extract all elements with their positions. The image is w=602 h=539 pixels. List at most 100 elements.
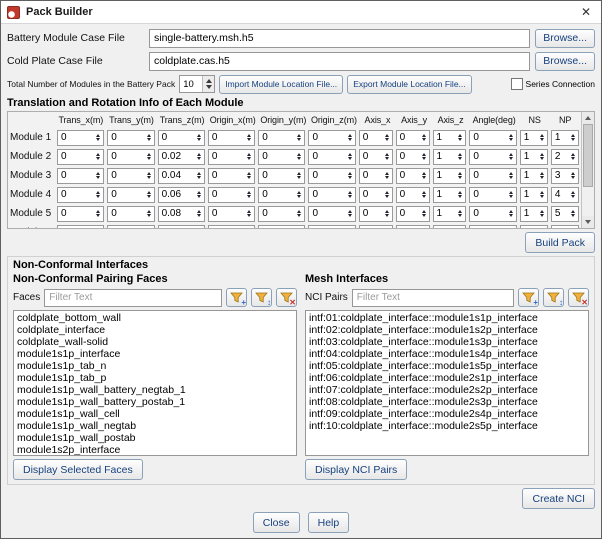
axis-y-spinbox[interactable]: 0 xyxy=(395,167,430,184)
nci-pair-list-item[interactable]: intf:04:coldplate_interface::module1s4p_… xyxy=(309,348,585,360)
faces-filter-clear-button[interactable]: ✕ xyxy=(276,288,297,307)
np-spinbox[interactable]: 4 xyxy=(550,186,580,203)
display-nci-pairs-button[interactable]: Display NCI Pairs xyxy=(305,459,408,480)
titlebar-close-button[interactable]: ✕ xyxy=(577,5,595,19)
spinner-arrows-icon[interactable] xyxy=(295,210,303,217)
faces-list-item[interactable]: module1s1p_wall_negtab xyxy=(17,420,293,432)
origin-x-spinbox[interactable]: 0 xyxy=(207,205,256,222)
spinner-arrows-icon[interactable] xyxy=(145,191,153,198)
spinner-arrows-icon[interactable] xyxy=(346,134,354,141)
spinner-arrows-icon[interactable] xyxy=(245,134,253,141)
spinner-arrows-icon[interactable] xyxy=(94,172,102,179)
nci-pair-list-item[interactable]: intf:08:coldplate_interface::module2s3p_… xyxy=(309,396,585,408)
spinner-arrows-icon[interactable] xyxy=(569,153,577,160)
trans-x-spinbox[interactable]: 0 xyxy=(57,148,105,165)
origin-x-spinbox[interactable]: 0 xyxy=(207,224,256,228)
create-nci-button[interactable]: Create NCI xyxy=(522,488,595,509)
faces-filter-sort-button[interactable]: ↕ xyxy=(251,288,272,307)
trans-y-spinbox[interactable]: 0 xyxy=(107,224,155,228)
axis-y-spinbox[interactable]: 0 xyxy=(395,205,430,222)
spinner-arrows-icon[interactable] xyxy=(507,210,515,217)
module-count-spinbox[interactable] xyxy=(179,75,216,93)
spinner-arrows-icon[interactable] xyxy=(145,172,153,179)
spinner-arrows-icon[interactable] xyxy=(346,210,354,217)
angle-spinbox[interactable]: 0 xyxy=(469,205,517,222)
spinner-arrows-icon[interactable] xyxy=(295,191,303,198)
nci-pair-list-item[interactable]: intf:02:coldplate_interface::module1s2p_… xyxy=(309,324,585,336)
spinner-arrows-icon[interactable] xyxy=(420,134,428,141)
nci-pair-list-item[interactable]: intf:06:coldplate_interface::module2s1p_… xyxy=(309,372,585,384)
trans-x-spinbox[interactable]: 0 xyxy=(57,167,105,184)
nci-pair-list-item[interactable]: intf:01:coldplate_interface::module1s1p_… xyxy=(309,312,585,324)
np-spinbox[interactable]: 1 xyxy=(550,129,580,146)
spinner-arrows-icon[interactable] xyxy=(420,210,428,217)
spinner-arrows-icon[interactable] xyxy=(383,153,391,160)
series-connection-checkbox[interactable] xyxy=(510,78,523,90)
origin-x-spinbox[interactable]: 0 xyxy=(207,148,256,165)
axis-z-spinbox[interactable]: 1 xyxy=(432,205,467,222)
origin-z-spinbox[interactable]: 0 xyxy=(308,186,356,203)
build-pack-button[interactable]: Build Pack xyxy=(525,232,595,253)
np-spinbox[interactable]: 3 xyxy=(550,167,580,184)
scrollbar-track[interactable] xyxy=(582,124,594,216)
spinner-arrows-icon[interactable] xyxy=(538,210,546,217)
origin-y-spinbox[interactable]: 0 xyxy=(258,186,306,203)
spinner-arrows-icon[interactable] xyxy=(383,210,391,217)
faces-list-item[interactable]: coldplate_interface xyxy=(17,324,293,336)
np-spinbox[interactable]: 1 xyxy=(550,224,580,228)
spinner-arrows-icon[interactable] xyxy=(569,191,577,198)
angle-spinbox[interactable]: 0 xyxy=(469,186,517,203)
origin-y-spinbox[interactable]: 0 xyxy=(258,224,306,228)
ns-spinbox[interactable]: 1 xyxy=(519,205,548,222)
origin-x-spinbox[interactable]: 0 xyxy=(207,186,256,203)
faces-list-item[interactable]: module1s1p_wall_battery_postab_1 xyxy=(17,396,293,408)
ns-spinbox[interactable]: 1 xyxy=(519,148,548,165)
nci-pair-list-item[interactable]: intf:03:coldplate_interface::module1s3p_… xyxy=(309,336,585,348)
battery-module-file-input[interactable] xyxy=(149,28,531,48)
spinner-arrows-icon[interactable] xyxy=(538,134,546,141)
display-selected-faces-button[interactable]: Display Selected Faces xyxy=(13,459,143,480)
spinner-arrows-icon[interactable] xyxy=(346,172,354,179)
axis-y-spinbox[interactable]: 0 xyxy=(395,224,430,228)
spinner-arrows-icon[interactable] xyxy=(145,153,153,160)
trans-x-spinbox[interactable]: 0 xyxy=(57,186,105,203)
spinner-arrows-icon[interactable] xyxy=(383,191,391,198)
spinner-arrows-icon[interactable] xyxy=(569,172,577,179)
scrollbar-thumb[interactable] xyxy=(583,124,593,187)
faces-list-item[interactable]: module1s1p_tab_n xyxy=(17,360,293,372)
axis-z-spinbox[interactable]: 1 xyxy=(432,148,467,165)
ns-spinbox[interactable]: 1 xyxy=(519,129,548,146)
axis-z-spinbox[interactable]: 1 xyxy=(432,186,467,203)
origin-x-spinbox[interactable]: 0 xyxy=(207,167,256,184)
axis-x-spinbox[interactable]: 0 xyxy=(358,205,393,222)
spinner-arrows-icon[interactable] xyxy=(538,191,546,198)
axis-z-spinbox[interactable]: 1 xyxy=(432,167,467,184)
spin-down-icon[interactable] xyxy=(205,85,212,89)
nci-filter-sort-button[interactable]: ↕ xyxy=(543,288,564,307)
nci-filter-clear-button[interactable]: ✕ xyxy=(568,288,589,307)
spinner-arrows-icon[interactable] xyxy=(145,134,153,141)
axis-z-spinbox[interactable]: 1 xyxy=(432,224,467,228)
spinner-arrows-icon[interactable] xyxy=(245,191,253,198)
nci-pair-list-item[interactable]: intf:07:coldplate_interface::module2s2p_… xyxy=(309,384,585,396)
spinner-arrows-icon[interactable] xyxy=(245,153,253,160)
ns-spinbox[interactable]: 1 xyxy=(519,186,548,203)
axis-x-spinbox[interactable]: 0 xyxy=(358,167,393,184)
angle-spinbox[interactable]: 0 xyxy=(469,148,517,165)
spinner-arrows-icon[interactable] xyxy=(456,191,464,198)
origin-y-spinbox[interactable]: 0 xyxy=(258,167,306,184)
nci-pair-list-item[interactable]: intf:09:coldplate_interface::module2s4p_… xyxy=(309,408,585,420)
spinner-arrows-icon[interactable] xyxy=(195,153,203,160)
axis-x-spinbox[interactable]: 0 xyxy=(358,186,393,203)
trans-y-spinbox[interactable]: 0 xyxy=(107,186,155,203)
cold-plate-file-input[interactable] xyxy=(149,51,531,71)
import-module-location-button[interactable]: Import Module Location File... xyxy=(219,74,344,94)
origin-z-spinbox[interactable]: 0 xyxy=(308,167,356,184)
spinner-arrows-icon[interactable] xyxy=(456,172,464,179)
help-button[interactable]: Help xyxy=(307,512,350,533)
dialog-close-button[interactable]: Close xyxy=(252,512,300,533)
origin-y-spinbox[interactable]: 0 xyxy=(258,129,306,146)
spinner-arrows-icon[interactable] xyxy=(346,153,354,160)
export-module-location-button[interactable]: Export Module Location File... xyxy=(347,74,472,94)
spinner-arrows-icon[interactable] xyxy=(245,210,253,217)
